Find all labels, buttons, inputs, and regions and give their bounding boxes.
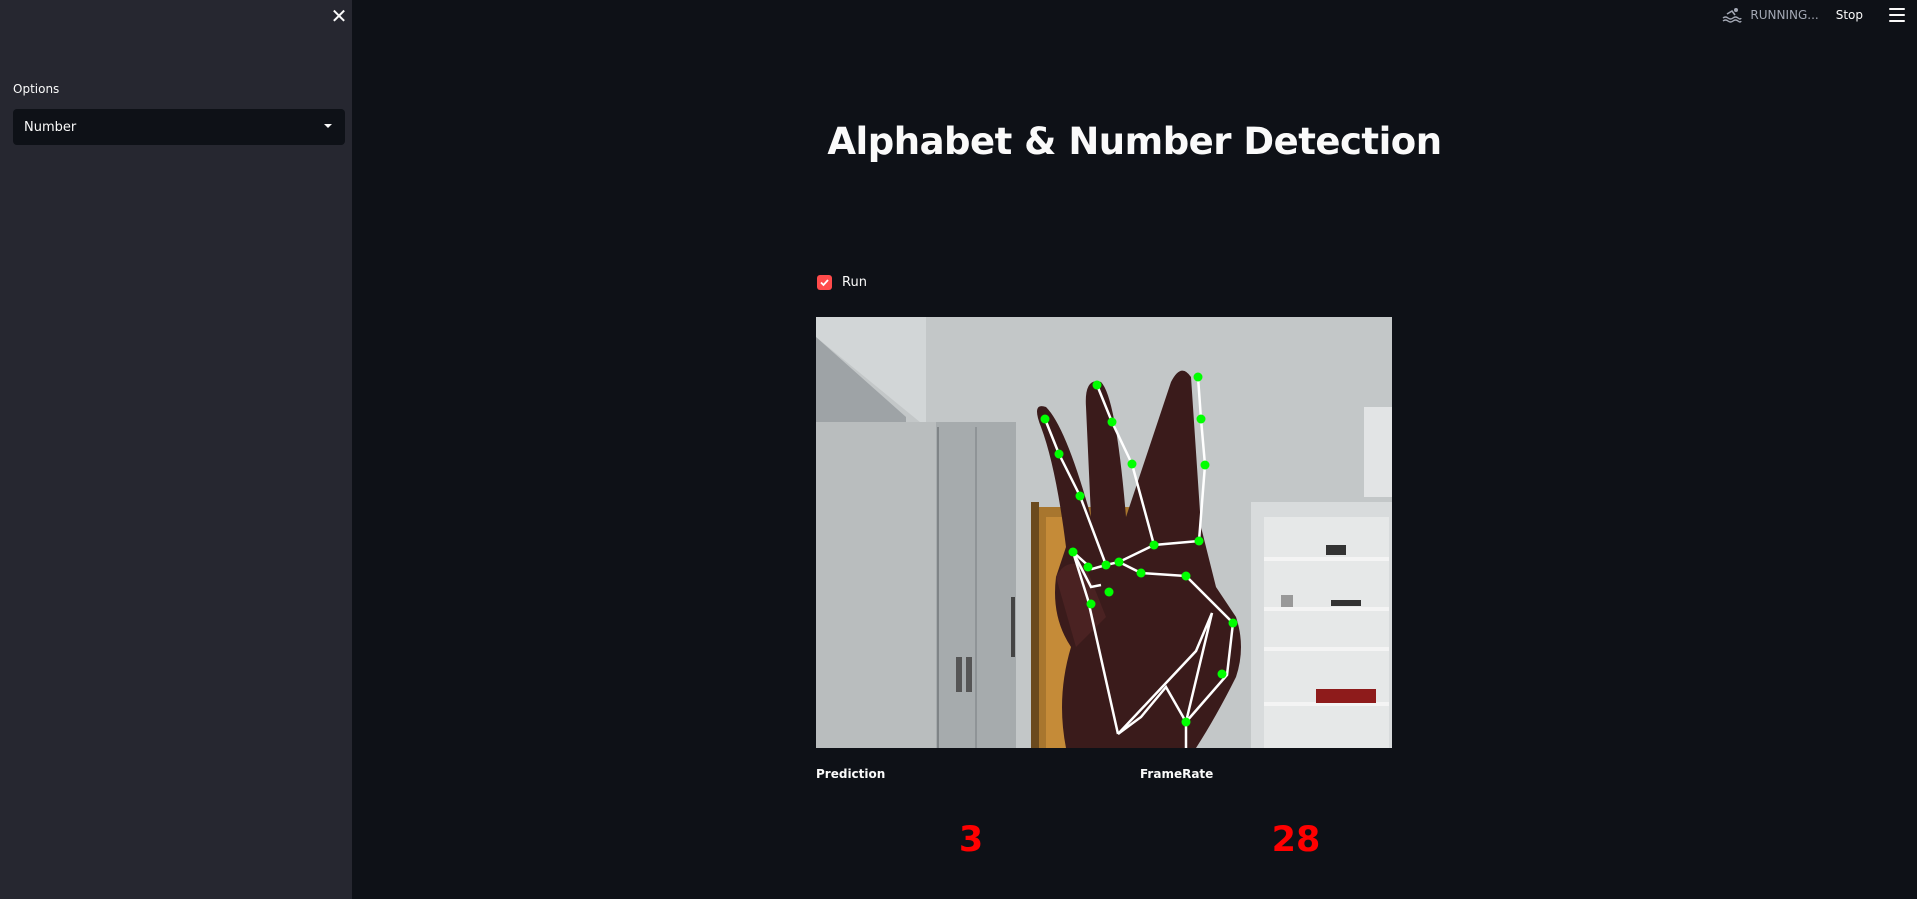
framerate-value: 28	[1271, 820, 1321, 860]
top-toolbar: RUNNING... Stop	[1722, 0, 1917, 30]
close-icon[interactable]: ✕	[328, 5, 350, 27]
options-select-value: Number	[24, 119, 77, 135]
caret-down-icon	[324, 124, 332, 128]
sidebar: ✕ Options Number	[0, 0, 352, 899]
hamburger-menu-icon[interactable]	[1889, 8, 1905, 22]
run-checkbox[interactable]: Run	[817, 275, 867, 290]
framerate-label: FrameRate	[1140, 767, 1214, 781]
stop-button[interactable]: Stop	[1836, 8, 1863, 22]
webcam-frame	[816, 317, 1392, 748]
webcam-feed	[816, 317, 1392, 748]
running-status: RUNNING...	[1722, 7, 1819, 23]
running-status-text: RUNNING...	[1750, 8, 1819, 22]
run-label: Run	[842, 275, 867, 290]
options-select[interactable]: Number	[13, 109, 345, 145]
page-title: Alphabet & Number Detection	[827, 119, 1442, 163]
options-label: Options	[13, 82, 60, 96]
checkbox-checked-icon[interactable]	[817, 275, 832, 290]
swimmer-icon	[1722, 8, 1743, 23]
prediction-value: 3	[958, 820, 984, 860]
prediction-label: Prediction	[816, 767, 886, 781]
